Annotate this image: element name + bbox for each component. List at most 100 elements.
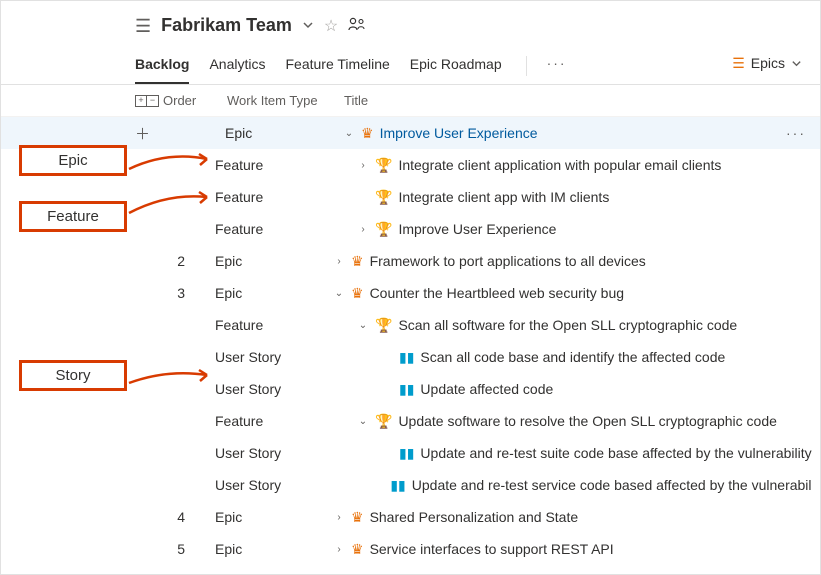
cell-title: › ▮▮ Update affected code	[333, 381, 812, 397]
backlog-level-label: Epics	[751, 55, 785, 71]
cell-title: › ▮▮ Update and re-test service code bas…	[333, 477, 812, 493]
work-item-title: Shared Personalization and State	[370, 509, 579, 525]
work-item-title: Scan all code base and identify the affe…	[420, 349, 725, 365]
chevron-right-icon[interactable]: ›	[333, 544, 345, 555]
cell-title: ⌄ 🏆 Scan all software for the Open SLL c…	[333, 317, 812, 333]
work-item-row[interactable]: Feature ⌄ 🏆 Update software to resolve t…	[1, 405, 820, 437]
col-header-type[interactable]: Work Item Type	[227, 93, 344, 108]
user-story-icon: ▮▮	[390, 478, 405, 492]
chevron-down-icon[interactable]: ⌄	[343, 128, 355, 139]
cell-title: ⌄ ♛ Counter the Heartbleed web security …	[333, 285, 812, 301]
epic-icon: ♛	[351, 286, 364, 300]
annotation-feature-label: Feature	[19, 201, 127, 232]
tab-epic-roadmap[interactable]: Epic Roadmap	[410, 48, 502, 84]
hub-tabs: Backlog Analytics Feature Timeline Epic …	[1, 44, 820, 85]
chevron-right-icon[interactable]: ›	[333, 512, 345, 523]
tab-overflow-button[interactable]: ···	[547, 55, 567, 77]
cell-order: 5	[135, 541, 215, 557]
cell-title: › ▮▮ Scan all code base and identify the…	[333, 349, 812, 365]
cell-title: › ♛ Shared Personalization and State	[333, 509, 812, 525]
collapse-all-icon[interactable]: −	[147, 95, 159, 107]
cell-order: 2	[135, 253, 215, 269]
team-picker-chevron-icon[interactable]	[302, 18, 314, 34]
annotation-story-label: Story	[19, 360, 127, 391]
tab-feature-timeline[interactable]: Feature Timeline	[286, 48, 390, 84]
work-item-row[interactable]: Feature ⌄ 🏆 Scan all software for the Op…	[1, 309, 820, 341]
team-name: Fabrikam Team	[161, 15, 292, 36]
chevron-right-icon[interactable]: ›	[333, 256, 345, 267]
work-item-title: Counter the Heartbleed web security bug	[370, 285, 624, 301]
work-item-row[interactable]: 5 Epic › ♛ Service interfaces to support…	[1, 533, 820, 565]
cell-type: User Story	[215, 349, 333, 365]
annotation-epic-label: Epic	[19, 145, 127, 176]
feature-icon: 🏆	[375, 414, 392, 428]
work-item-title: Update and re-test service code based af…	[412, 477, 812, 493]
chevron-right-icon[interactable]: ›	[357, 160, 369, 171]
favorite-star-icon[interactable]: ☆	[324, 16, 338, 36]
cell-order: 4	[135, 509, 215, 525]
tab-divider	[526, 56, 527, 76]
col-header-order[interactable]: Order	[163, 93, 227, 108]
cell-type: Epic	[215, 509, 333, 525]
cell-type: User Story	[215, 381, 333, 397]
work-item-title: Framework to port applications to all de…	[370, 253, 646, 269]
cell-title: › 🏆 Improve User Experience	[333, 221, 812, 237]
backlog-grid: ＋ Epic ⌄ ♛ Improve User Experience ··· F…	[1, 117, 820, 565]
feature-icon: 🏆	[375, 222, 392, 236]
cell-type: Epic	[225, 125, 343, 141]
cell-type: Epic	[215, 285, 333, 301]
user-story-icon: ▮▮	[399, 446, 414, 460]
cell-title: › 🏆 Integrate client app with IM clients	[333, 189, 812, 205]
cell-title: › ♛ Service interfaces to support REST A…	[333, 541, 812, 557]
feature-icon: 🏆	[375, 318, 392, 332]
row-context-menu-button[interactable]: ···	[786, 125, 812, 141]
grid-header: + − Order Work Item Type Title	[1, 85, 820, 117]
cell-type: User Story	[215, 477, 333, 493]
chevron-down-icon[interactable]: ⌄	[357, 416, 369, 427]
cell-type: User Story	[215, 445, 333, 461]
cell-title: › ▮▮ Update and re-test suite code base …	[333, 445, 812, 461]
chevron-down-icon[interactable]: ⌄	[357, 320, 369, 331]
work-item-title: Update and re-test suite code base affec…	[420, 445, 811, 461]
work-item-title: Integrate client application with popula…	[398, 157, 721, 173]
cell-title: › ♛ Framework to port applications to al…	[333, 253, 812, 269]
work-item-title: Improve User Experience	[398, 221, 556, 237]
backlog-level-icon: ☰	[135, 17, 151, 35]
work-item-title: Update software to resolve the Open SLL …	[398, 413, 776, 429]
cell-type: Feature	[215, 317, 333, 333]
backlog-level-selector[interactable]: ☰ Epics	[732, 55, 802, 78]
work-item-row[interactable]: 3 Epic ⌄ ♛ Counter the Heartbleed web se…	[1, 277, 820, 309]
cell-type: Feature	[215, 221, 333, 237]
work-item-title: Integrate client app with IM clients	[398, 189, 609, 205]
team-members-icon[interactable]	[348, 17, 366, 34]
chevron-right-icon[interactable]: ›	[357, 224, 369, 235]
work-item-title: Update affected code	[420, 381, 553, 397]
work-item-row[interactable]: User Story › ▮▮ Update and re-test servi…	[1, 469, 820, 501]
user-story-icon: ▮▮	[399, 350, 414, 364]
col-header-title[interactable]: Title	[344, 93, 820, 108]
feature-icon: 🏆	[375, 158, 392, 172]
cell-type: Epic	[215, 541, 333, 557]
cell-title: ⌄ ♛ Improve User Experience	[343, 125, 786, 141]
cell-order: 3	[135, 285, 215, 301]
add-item-icon[interactable]: ＋	[135, 123, 195, 144]
epic-icon: ♛	[351, 510, 364, 524]
cell-type: Feature	[215, 157, 333, 173]
cell-type: Feature	[215, 189, 333, 205]
tab-backlog[interactable]: Backlog	[135, 48, 189, 84]
tab-analytics[interactable]: Analytics	[209, 48, 265, 84]
chevron-down-icon	[791, 58, 802, 69]
work-item-row[interactable]: 4 Epic › ♛ Shared Personalization and St…	[1, 501, 820, 533]
work-item-title: Scan all software for the Open SLL crypt…	[398, 317, 737, 333]
expand-collapse-all[interactable]: + −	[135, 95, 159, 107]
feature-icon: 🏆	[375, 190, 392, 204]
epic-icon: ♛	[351, 254, 364, 268]
work-item-row[interactable]: 2 Epic › ♛ Framework to port application…	[1, 245, 820, 277]
chevron-down-icon[interactable]: ⌄	[333, 288, 345, 299]
expand-all-icon[interactable]: +	[135, 95, 147, 107]
work-item-row[interactable]: User Story › ▮▮ Update and re-test suite…	[1, 437, 820, 469]
page-header: ☰ Fabrikam Team ☆	[1, 1, 820, 44]
epics-level-icon: ☰	[732, 55, 745, 72]
epic-icon: ♛	[351, 542, 364, 556]
work-item-title-link[interactable]: Improve User Experience	[380, 125, 538, 141]
